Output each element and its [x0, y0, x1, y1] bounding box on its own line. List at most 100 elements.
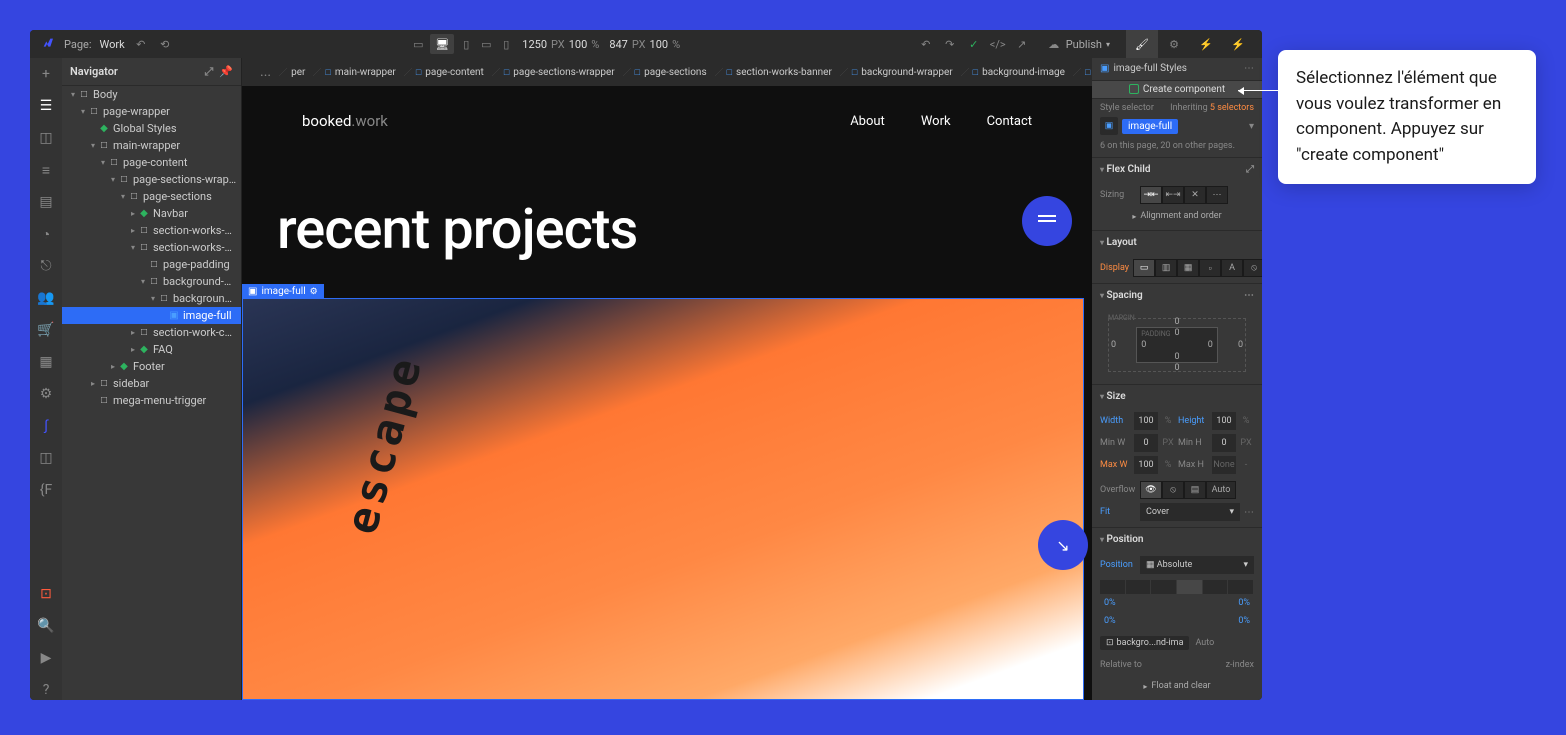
breadcrumb-item[interactable]: □background-image	[961, 62, 1073, 82]
status-ok-icon[interactable]: ✓	[966, 36, 982, 52]
breadcrumb-item[interactable]: □background-wrapper	[840, 62, 961, 82]
tree-item-image-full[interactable]: ▣image-full	[62, 307, 241, 324]
viewport-mobile-icon[interactable]: ▯	[498, 36, 514, 52]
create-component-button[interactable]: Create component	[1092, 81, 1262, 99]
variables-icon[interactable]: {F	[36, 480, 56, 500]
ecommerce-icon[interactable]: 🛒	[36, 320, 56, 340]
tree-item-page-sections[interactable]: ▾□page-sections	[62, 188, 241, 205]
maxw-input[interactable]: 100	[1134, 456, 1158, 474]
export-icon[interactable]: ↗	[1014, 36, 1030, 52]
collapse-icon[interactable]: ⤢	[204, 65, 213, 79]
assets-icon[interactable]: ▦	[36, 352, 56, 372]
cms-icon[interactable]: ◔	[36, 224, 56, 244]
layers-icon[interactable]: ≡	[36, 160, 56, 180]
arrow-button[interactable]: ↘	[1038, 520, 1088, 570]
viewport-mobile-l-icon[interactable]: ▭	[478, 36, 494, 52]
undo-icon[interactable]: ↶	[133, 36, 149, 52]
tree-item-section-works-hero[interactable]: ▸□section-works-hero	[62, 222, 241, 239]
selector-type-icon[interactable]: ▣	[1100, 117, 1118, 135]
pin-icon[interactable]: 📌	[219, 65, 233, 79]
apps-icon[interactable]: ◫	[36, 448, 56, 468]
redo-icon[interactable]: ⟲	[157, 36, 173, 52]
tab-effects[interactable]: ⚡	[1222, 30, 1254, 58]
tree-item-background-image[interactable]: ▾□background-image	[62, 290, 241, 307]
nav-link-about[interactable]: About	[850, 114, 885, 129]
undo2-icon[interactable]: ↶	[918, 36, 934, 52]
tree-item-page-content[interactable]: ▾□page-content	[62, 154, 241, 171]
site-logo[interactable]: booked.work	[302, 112, 388, 130]
display-flex[interactable]: ▥	[1155, 259, 1177, 277]
tree-item-sidebar[interactable]: ▸□sidebar	[62, 375, 241, 392]
selection-label[interactable]: ▣ image-full ⚙	[242, 284, 324, 299]
sizing-grow[interactable]: ⇤⇥	[1162, 186, 1184, 204]
tree-item-main-wrapper[interactable]: ▾□main-wrapper	[62, 137, 241, 154]
bezier-icon[interactable]: ∫	[36, 416, 56, 436]
cube-icon[interactable]: ◫	[36, 128, 56, 148]
float-toggle[interactable]: ▸Float and clear	[1100, 676, 1254, 696]
tree-item-page-sections-wrapper[interactable]: ▾□page-sections-wrapper	[62, 171, 241, 188]
search-icon[interactable]: 🔍	[36, 616, 56, 636]
position-preset[interactable]	[1100, 580, 1254, 594]
minw-input[interactable]: 0	[1134, 434, 1158, 452]
tab-style[interactable]: 🖌	[1126, 30, 1158, 58]
spacing-editor[interactable]: MARGIN 0 0 0 0 PADDING 0 0 0 0	[1100, 314, 1254, 376]
tab-interactions[interactable]: ⚡	[1190, 30, 1222, 58]
display-inline[interactable]: A	[1221, 259, 1243, 277]
sizing-none[interactable]: ✕	[1184, 186, 1206, 204]
tree-item-page-padding[interactable]: □page-padding	[62, 256, 241, 273]
code-icon[interactable]: </>	[990, 36, 1006, 52]
breadcrumb-item[interactable]: □main-wrapper	[313, 62, 403, 82]
overflow-scroll[interactable]: ▤	[1184, 481, 1206, 499]
gear-icon[interactable]: ⚙	[310, 287, 318, 297]
display-block[interactable]: ▭	[1133, 259, 1155, 277]
tree-item-mega-menu-trigger[interactable]: □mega-menu-trigger	[62, 392, 241, 409]
tree-item-Navbar[interactable]: ▸◆Navbar	[62, 205, 241, 222]
publish-button[interactable]: ☁Publish▾	[1038, 34, 1118, 54]
tree-item-section-works-banner[interactable]: ▾□section-works-banner	[62, 239, 241, 256]
display-none[interactable]: ⦸	[1243, 259, 1262, 277]
class-chip[interactable]: image-full	[1122, 119, 1178, 134]
users-icon[interactable]: 👥	[36, 288, 56, 308]
structure-icon[interactable]: ⎋	[36, 256, 56, 276]
video-icon[interactable]: ▶	[36, 648, 56, 668]
tree-item-page-wrapper[interactable]: ▾□page-wrapper	[62, 103, 241, 120]
tree-item-Footer[interactable]: ▸◆Footer	[62, 358, 241, 375]
viewport-desktop[interactable]: 🖥	[430, 34, 454, 54]
overflow-visible[interactable]: 👁	[1140, 481, 1162, 499]
nav-link-work[interactable]: Work	[921, 114, 951, 129]
settings-icon[interactable]: ⚙	[36, 384, 56, 404]
chevron-down-icon[interactable]: ▾	[1249, 121, 1254, 132]
minh-input[interactable]: 0	[1212, 434, 1236, 452]
add-icon[interactable]: +	[36, 64, 56, 84]
page-name[interactable]: Work	[100, 38, 125, 51]
maxh-input[interactable]: None	[1212, 456, 1236, 474]
menu-button[interactable]	[1022, 196, 1072, 246]
sizing-custom[interactable]: ⋯	[1206, 186, 1228, 204]
redo2-icon[interactable]: ↷	[942, 36, 958, 52]
navigator-tree[interactable]: ▾□Body▾□page-wrapper◆Global Styles▾□main…	[62, 86, 241, 700]
tree-item-background-wra-[interactable]: ▾□background-wra...	[62, 273, 241, 290]
canvas-width[interactable]: 1250	[522, 38, 547, 51]
breadcrumb-item[interactable]: □section-works-banner	[715, 62, 840, 82]
viewport-wide-icon[interactable]: ▭	[410, 36, 426, 52]
width-input[interactable]: 100	[1134, 412, 1158, 430]
alignment-toggle[interactable]: ▸Alignment and order	[1100, 206, 1254, 226]
breadcrumb-item[interactable]: □page-sections-wrapper	[492, 62, 623, 82]
more-icon[interactable]: ⋯	[1244, 507, 1254, 518]
breadcrumb-item[interactable]: per	[279, 62, 313, 82]
nav-link-contact[interactable]: Contact	[987, 114, 1032, 129]
selected-image[interactable]	[242, 298, 1084, 700]
display-grid[interactable]: ▦	[1177, 259, 1199, 277]
more-icon[interactable]: ⋯	[1244, 63, 1254, 74]
overflow-hidden[interactable]: ⦸	[1162, 481, 1184, 499]
help-icon[interactable]: ?	[36, 680, 56, 700]
viewport-tablet-icon[interactable]: ▯	[458, 36, 474, 52]
audit-icon[interactable]: ⊡	[36, 584, 56, 604]
canvas-height[interactable]: 847	[609, 38, 628, 51]
display-inline-block[interactable]: ▫	[1199, 259, 1221, 277]
overflow-auto[interactable]: Auto	[1206, 481, 1236, 499]
tree-item-FAQ[interactable]: ▸◆FAQ	[62, 341, 241, 358]
tree-item-section-work-cms[interactable]: ▸□section-work-cms	[62, 324, 241, 341]
tab-settings[interactable]: ⚙	[1158, 30, 1190, 58]
breadcrumb-item[interactable]: □page-sections	[623, 62, 715, 82]
